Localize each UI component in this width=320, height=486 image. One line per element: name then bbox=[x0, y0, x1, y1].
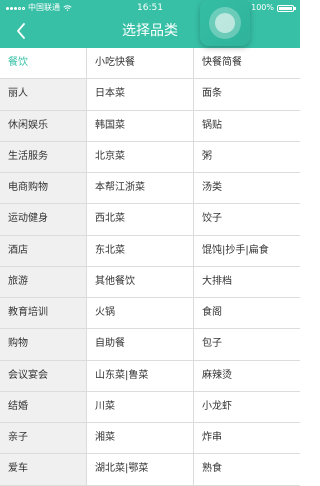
subcategory-item[interactable]: 日本菜 bbox=[86, 79, 193, 111]
subcategory-item[interactable]: 饺子 bbox=[193, 204, 300, 236]
primary-category[interactable]: 购物 bbox=[0, 329, 86, 361]
subcategory-item[interactable]: 火锅 bbox=[86, 298, 193, 330]
subcategory-item[interactable]: 自助餐 bbox=[86, 329, 193, 361]
primary-category[interactable]: 酒店 bbox=[0, 235, 86, 267]
category-list: 餐饮 小吃快餐 快餐简餐 丽人 日本菜 面条 休闲娱乐 韩国菜 锅贴 生活服务 … bbox=[0, 48, 300, 486]
subcategory-item[interactable]: 食阁 bbox=[193, 298, 300, 330]
page-title: 选择品类 bbox=[122, 23, 178, 39]
category-row: 结婚 川菜 小龙虾 bbox=[0, 391, 300, 423]
category-row: 电商购物 本帮江浙菜 汤类 bbox=[0, 173, 300, 205]
category-row: 丽人 日本菜 面条 bbox=[0, 79, 300, 111]
category-row: 休闲娱乐 韩国菜 锅贴 bbox=[0, 110, 300, 142]
battery-percent: 100% bbox=[251, 3, 274, 12]
primary-category-selected[interactable]: 餐饮 bbox=[0, 48, 86, 80]
category-row: 酒店 东北菜 馄饨|抄手|扁食 bbox=[0, 235, 300, 267]
subcategory-item[interactable]: 小龙虾 bbox=[193, 391, 300, 423]
category-row: 生活服务 北京菜 粥 bbox=[0, 141, 300, 173]
category-row: 餐饮 小吃快餐 快餐简餐 bbox=[0, 48, 300, 80]
header: 中国联通 16:51 100% 选择品类 bbox=[0, 0, 300, 48]
subcategory-item[interactable]: 北京菜 bbox=[86, 141, 193, 173]
subcategory-item[interactable]: 锅贴 bbox=[193, 110, 300, 142]
primary-category[interactable]: 教育培训 bbox=[0, 298, 86, 330]
primary-category[interactable]: 会议宴会 bbox=[0, 360, 86, 392]
subcategory-item[interactable]: 小吃快餐 bbox=[86, 48, 193, 80]
floating-assistive-button[interactable] bbox=[200, 0, 250, 46]
primary-category[interactable]: 爱车 bbox=[0, 454, 86, 486]
primary-category[interactable]: 丽人 bbox=[0, 79, 86, 111]
subcategory-item[interactable]: 面条 bbox=[193, 79, 300, 111]
category-row: 教育培训 火锅 食阁 bbox=[0, 298, 300, 330]
subcategory-item[interactable]: 川菜 bbox=[86, 391, 193, 423]
primary-category[interactable]: 运动健身 bbox=[0, 204, 86, 236]
floating-button-core bbox=[215, 13, 235, 33]
subcategory-item[interactable]: 炸串 bbox=[193, 423, 300, 455]
subcategory-item[interactable]: 大排档 bbox=[193, 266, 300, 298]
battery-icon bbox=[277, 4, 296, 12]
category-row: 亲子 湘菜 炸串 bbox=[0, 423, 300, 455]
category-row: 爱车 湖北菜|鄂菜 熟食 bbox=[0, 454, 300, 486]
subcategory-item[interactable]: 湘菜 bbox=[86, 423, 193, 455]
floating-button-ring bbox=[209, 7, 241, 39]
primary-category[interactable]: 旅游 bbox=[0, 266, 86, 298]
subcategory-item[interactable]: 粥 bbox=[193, 141, 300, 173]
primary-category[interactable]: 亲子 bbox=[0, 423, 86, 455]
category-row: 会议宴会 山东菜|鲁菜 麻辣烫 bbox=[0, 360, 300, 392]
category-row: 购物 自助餐 包子 bbox=[0, 329, 300, 361]
category-row: 旅游 其他餐饮 大排档 bbox=[0, 266, 300, 298]
subcategory-item[interactable]: 快餐简餐 bbox=[193, 48, 300, 80]
subcategory-item[interactable]: 西北菜 bbox=[86, 204, 193, 236]
subcategory-item[interactable]: 汤类 bbox=[193, 173, 300, 205]
primary-category[interactable]: 生活服务 bbox=[0, 141, 86, 173]
subcategory-item[interactable]: 熟食 bbox=[193, 454, 300, 486]
subcategory-item[interactable]: 本帮江浙菜 bbox=[86, 173, 193, 205]
subcategory-item[interactable]: 湖北菜|鄂菜 bbox=[86, 454, 193, 486]
status-right: 100% bbox=[251, 0, 296, 16]
subcategory-item[interactable]: 东北菜 bbox=[86, 235, 193, 267]
subcategory-item[interactable]: 包子 bbox=[193, 329, 300, 361]
primary-category[interactable]: 休闲娱乐 bbox=[0, 110, 86, 142]
status-bar: 中国联通 16:51 100% bbox=[0, 0, 300, 16]
subcategory-item[interactable]: 其他餐饮 bbox=[86, 266, 193, 298]
subcategory-item[interactable]: 韩国菜 bbox=[86, 110, 193, 142]
category-row: 运动健身 西北菜 饺子 bbox=[0, 204, 300, 236]
subcategory-item[interactable]: 麻辣烫 bbox=[193, 360, 300, 392]
subcategory-item[interactable]: 山东菜|鲁菜 bbox=[86, 360, 193, 392]
primary-category[interactable]: 结婚 bbox=[0, 391, 86, 423]
subcategory-item[interactable]: 馄饨|抄手|扁食 bbox=[193, 235, 300, 267]
primary-category[interactable]: 电商购物 bbox=[0, 173, 86, 205]
